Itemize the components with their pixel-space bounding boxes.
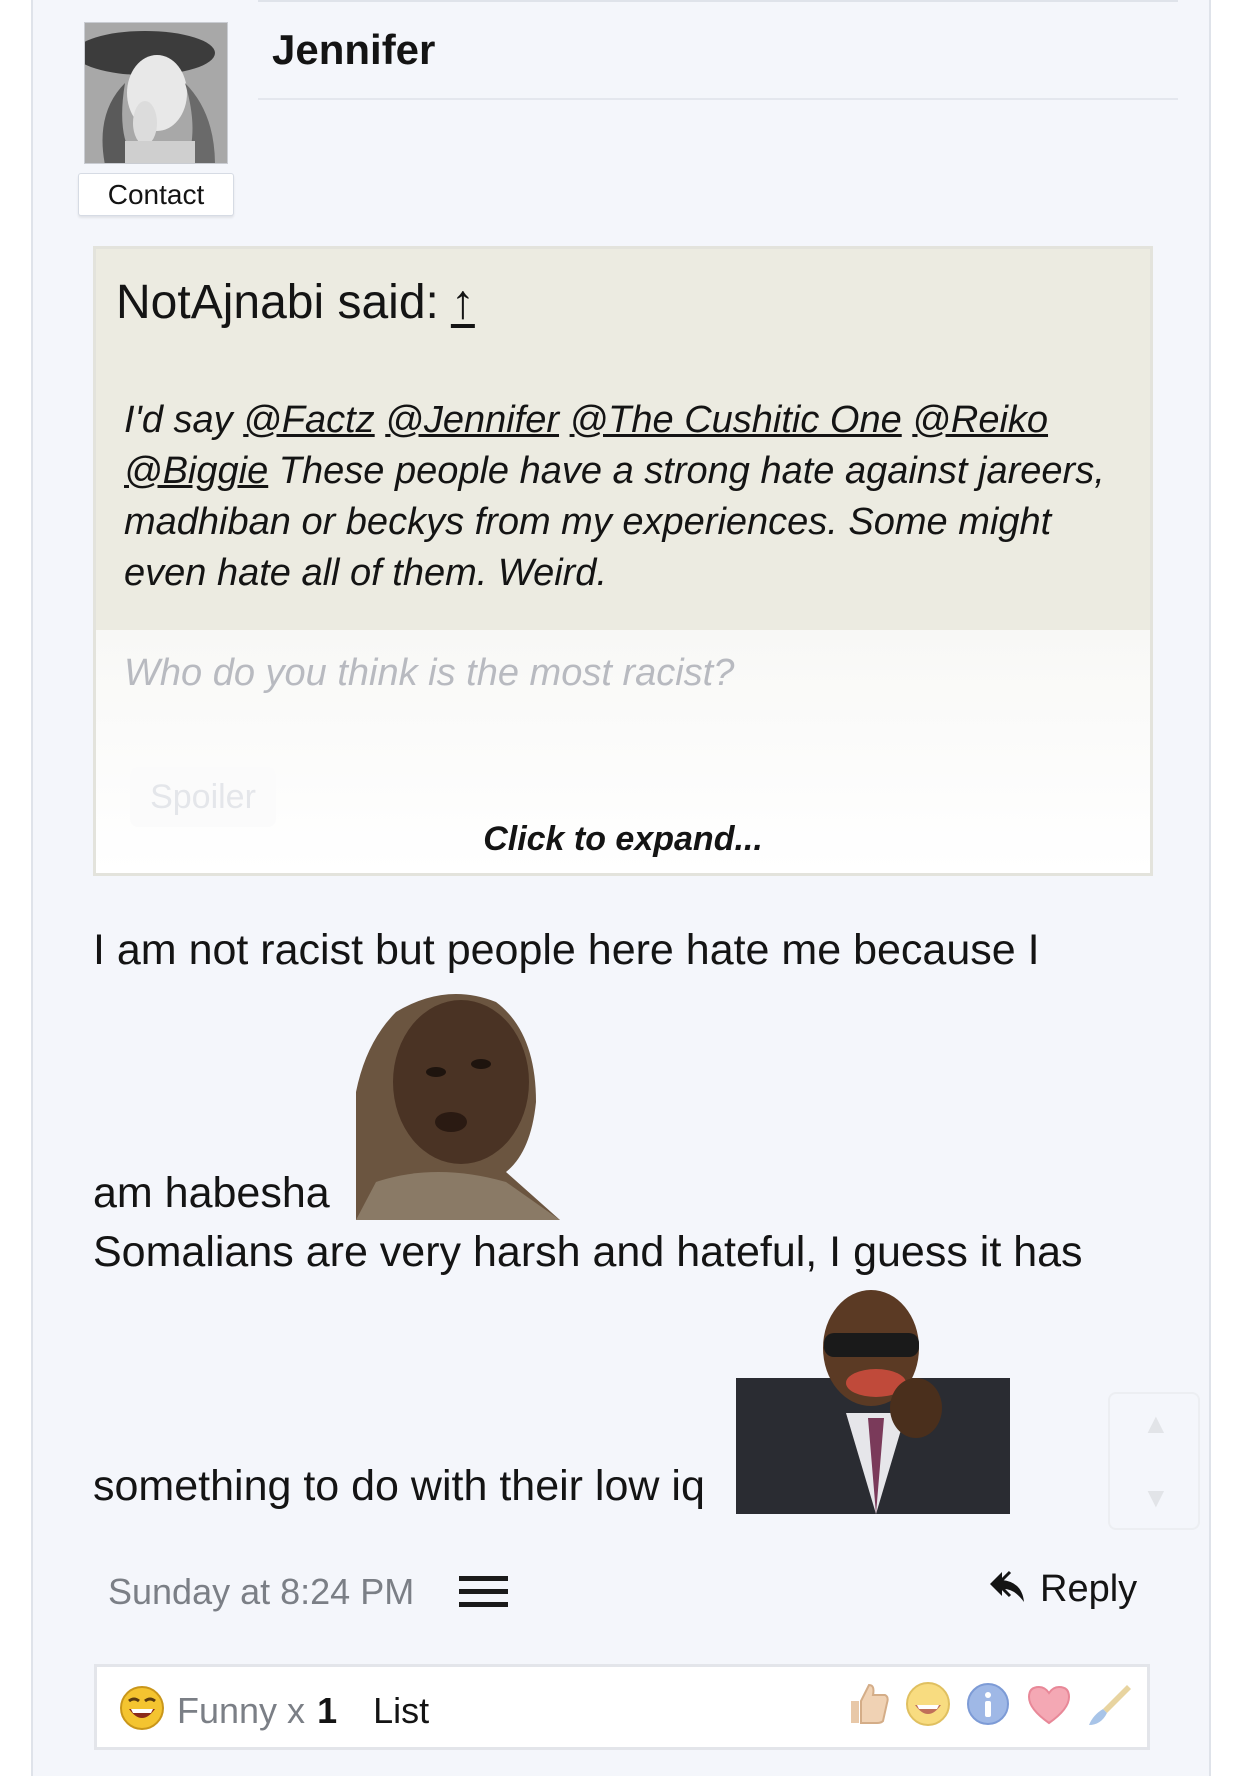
mention-link[interactable]: @Reiko (912, 399, 1048, 441)
funny-rate-icon[interactable] (905, 1681, 951, 1732)
quote-header: NotAjnabi said: ↑ (116, 275, 475, 330)
contact-label: Contact (107, 178, 205, 210)
jump-to-quote-icon[interactable]: ↑ (451, 275, 475, 330)
reply-label: Reply (1040, 1568, 1138, 1610)
rating-summary: Funny x 1 List (119, 1685, 429, 1736)
user-avatar[interactable] (84, 22, 228, 164)
post-timestamp[interactable]: Sunday at 8:24 PM (108, 1571, 414, 1613)
list-link[interactable]: List (373, 1690, 429, 1732)
message-line: I am not racist but people here hate me … (93, 926, 1040, 974)
mention-link[interactable]: @Biggie (124, 450, 268, 492)
reply-icon (988, 1570, 1026, 1609)
scroll-down-icon[interactable]: ▼ (1142, 1482, 1170, 1514)
message-line: something to do with their low iq (93, 1462, 705, 1510)
heart-icon[interactable] (1025, 1681, 1073, 1732)
username[interactable]: Jennifer (272, 26, 435, 74)
expand-quote-link[interactable]: Click to expand... (96, 820, 1150, 859)
quote-body: These people have a strong hate against … (124, 450, 1105, 594)
funny-icon (119, 1685, 165, 1736)
funny-count: 1 (317, 1689, 338, 1731)
rating-bar: Funny x 1 List (94, 1664, 1150, 1750)
reply-button[interactable]: Reply (988, 1568, 1137, 1611)
like-icon[interactable] (845, 1681, 891, 1732)
menu-icon[interactable] (459, 1576, 508, 1607)
quote-collapsed-area: Who do you think is the most racist? Spo… (96, 630, 1150, 873)
sticker-image (356, 982, 560, 1220)
sticker-image (736, 1288, 1010, 1514)
funny-label: Funny x (177, 1689, 306, 1731)
mention-link[interactable]: @Factz (243, 399, 374, 441)
mention-link[interactable]: @The Cushitic One (570, 399, 902, 441)
rating-options (845, 1681, 1133, 1732)
message-line: Somalians are very harsh and hateful, I … (93, 1228, 1083, 1276)
spoiler-button[interactable]: Spoiler (130, 767, 276, 827)
brush-icon[interactable] (1087, 1681, 1133, 1732)
quote-hidden-text: Who do you think is the most racist? (124, 652, 735, 694)
scroll-widget[interactable]: ▲ ▼ (1108, 1392, 1200, 1530)
info-icon[interactable] (965, 1681, 1011, 1732)
quote-prefix: I'd say (124, 399, 244, 441)
scroll-up-icon[interactable]: ▲ (1142, 1408, 1170, 1440)
quote-author[interactable]: NotAjnabi said: (116, 276, 439, 329)
quote-text: I'd say @Factz @Jennifer @The Cushitic O… (124, 395, 1134, 599)
message-line: am habesha (93, 1169, 330, 1217)
mention-link[interactable]: @Jennifer (385, 399, 559, 441)
contact-button[interactable]: Contact (78, 173, 234, 216)
quote-block: NotAjnabi said: ↑ I'd say @Factz @Jennife… (93, 246, 1153, 876)
